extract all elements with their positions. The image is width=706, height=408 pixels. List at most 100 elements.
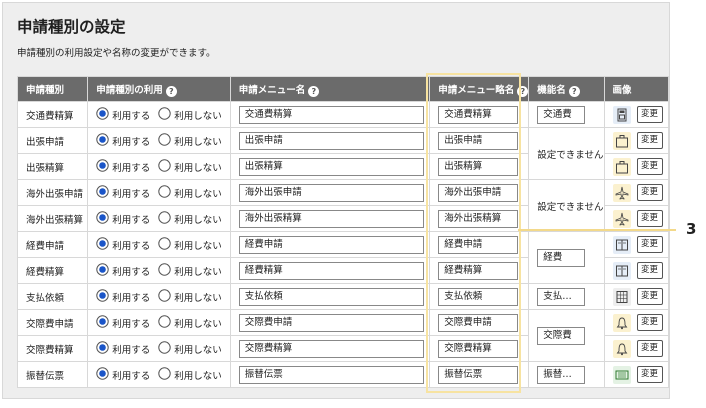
header-menu-short-name: 申請メニュー略名? [429, 76, 530, 102]
radio-no-use[interactable] [158, 132, 171, 149]
usage-cell: 利用する 利用しない [87, 153, 231, 180]
radio-no-use[interactable] [158, 184, 171, 201]
menu-short-name-cell: 支払依頼 [429, 283, 530, 310]
change-image-button[interactable]: 変更 [636, 106, 663, 123]
help-icon[interactable]: ? [308, 85, 320, 97]
request-type-cell: 振替伝票 [16, 361, 89, 388]
function-name-unavailable: 設定できません [537, 149, 604, 161]
change-image-button[interactable]: 変更 [636, 184, 663, 201]
radio-no-use[interactable] [158, 262, 171, 279]
change-image-button[interactable]: 変更 [636, 132, 663, 149]
menu-name-input[interactable]: 支払依頼 [238, 287, 424, 306]
menu-name-input[interactable]: 出張精算 [238, 157, 424, 176]
menu-short-name-input[interactable]: 経費申請 [438, 235, 519, 254]
usage-cell: 利用する 利用しない [87, 361, 231, 388]
radio-no-use[interactable] [158, 106, 171, 123]
function-name-cell: 振替… [528, 361, 605, 388]
function-name-input[interactable]: 支払… [537, 287, 586, 306]
usage-cell: 利用する 利用しない [87, 257, 231, 284]
change-image-button[interactable]: 変更 [636, 210, 663, 227]
request-type-cell: 海外出張精算 [16, 205, 89, 232]
menu-name-input[interactable]: 経費精算 [238, 261, 424, 280]
radio-use[interactable] [96, 210, 109, 227]
airplane-icon [612, 183, 631, 202]
menu-short-name-cell: 海外出張申請 [429, 179, 530, 206]
radio-use[interactable] [96, 158, 109, 175]
change-image-button[interactable]: 変更 [636, 288, 663, 305]
image-cell: 変更 [603, 231, 669, 258]
request-type-cell: 支払依頼 [16, 283, 89, 310]
radio-use[interactable] [96, 366, 109, 383]
menu-name-input[interactable]: 振替伝票 [238, 365, 424, 384]
usage-cell: 利用する 利用しない [87, 309, 231, 336]
table-header-row: 申請種別 申請種別の利用? 申請メニュー名? 申請メニュー略名? 機能名? 画像 [16, 76, 669, 102]
change-image-button[interactable]: 変更 [636, 366, 663, 383]
menu-name-input[interactable]: 海外出張精算 [238, 209, 424, 228]
menu-name-input[interactable]: 交際費精算 [238, 339, 424, 358]
function-name-input[interactable]: 交通費 [537, 105, 586, 124]
menu-short-name-cell: 経費精算 [429, 257, 530, 284]
request-type-table: 申請種別 申請種別の利用? 申請メニュー名? 申請メニュー略名? 機能名? 画像… [16, 76, 669, 388]
money-icon [612, 365, 631, 384]
menu-short-name-input[interactable]: 支払依頼 [438, 287, 519, 306]
radio-no-use[interactable] [158, 366, 171, 383]
usage-cell: 利用する 利用しない [87, 127, 231, 154]
radio-no-use[interactable] [158, 210, 171, 227]
radio-use[interactable] [96, 288, 109, 305]
menu-name-input[interactable]: 海外出張申請 [238, 183, 424, 202]
image-cell: 変更 [603, 127, 669, 154]
menu-short-name-input[interactable]: 海外出張精算 [438, 209, 519, 228]
help-icon[interactable]: ? [165, 85, 177, 97]
radio-use[interactable] [96, 340, 109, 357]
usage-cell: 利用する 利用しない [87, 283, 231, 310]
request-type-cell: 経費申請 [16, 231, 89, 258]
change-image-button[interactable]: 変更 [636, 340, 663, 357]
radio-use[interactable] [96, 132, 109, 149]
radio-use[interactable] [96, 184, 109, 201]
menu-short-name-input[interactable]: 出張申請 [438, 131, 519, 150]
change-image-button[interactable]: 変更 [636, 236, 663, 253]
settings-panel: 申請種別の設定 申請種別の利用設定や名称の変更ができます。 申請種別 申請種別の… [2, 2, 670, 399]
menu-short-name-input[interactable]: 海外出張申請 [438, 183, 519, 202]
usage-cell: 利用する 利用しない [87, 101, 231, 128]
radio-use[interactable] [96, 236, 109, 253]
function-name-input[interactable]: 交際費 [537, 326, 586, 345]
menu-name-cell: 交際費精算 [229, 335, 431, 362]
menu-short-name-input[interactable]: 交通費精算 [438, 105, 519, 124]
radio-no-use[interactable] [158, 236, 171, 253]
radio-no-use[interactable] [158, 158, 171, 175]
help-icon[interactable]: ? [568, 85, 580, 97]
request-type-cell: 経費精算 [16, 257, 89, 284]
menu-short-name-input[interactable]: 交際費申請 [438, 313, 519, 332]
radio-no-use[interactable] [158, 340, 171, 357]
change-image-button[interactable]: 変更 [636, 314, 663, 331]
function-name-cell: 経費 [528, 231, 605, 284]
table-row: 出張申請 利用する 利用しない 出張申請 出張申請 設定できません 変更 [16, 127, 669, 180]
radio-use[interactable] [96, 106, 109, 123]
radio-use[interactable] [96, 262, 109, 279]
usage-cell: 利用する 利用しない [87, 231, 231, 258]
function-name-input[interactable]: 経費 [537, 248, 586, 267]
radio-no-use[interactable] [158, 314, 171, 331]
menu-name-cell: 経費精算 [229, 257, 431, 284]
menu-name-input[interactable]: 交際費申請 [238, 313, 424, 332]
callout-number: 3 [686, 220, 697, 238]
menu-short-name-cell: 交際費申請 [429, 309, 530, 336]
menu-short-name-input[interactable]: 振替伝票 [438, 365, 519, 384]
menu-short-name-input[interactable]: 交際費精算 [438, 339, 519, 358]
radio-use[interactable] [96, 314, 109, 331]
function-name-input[interactable]: 振替… [537, 365, 586, 384]
menu-short-name-cell: 振替伝票 [429, 361, 530, 388]
table-row: 交通費精算 利用する 利用しない 交通費精算 交通費精算 交通費 変更 [16, 101, 669, 128]
menu-short-name-input[interactable]: 経費精算 [438, 261, 519, 280]
menu-name-input[interactable]: 交通費精算 [238, 105, 424, 124]
change-image-button[interactable]: 変更 [636, 158, 663, 175]
function-name-cell: 交通費 [528, 101, 605, 128]
menu-name-input[interactable]: 経費申請 [238, 235, 424, 254]
help-icon[interactable]: ? [517, 85, 529, 97]
radio-no-use[interactable] [158, 288, 171, 305]
change-image-button[interactable]: 変更 [636, 262, 663, 279]
menu-name-input[interactable]: 出張申請 [238, 131, 424, 150]
menu-short-name-input[interactable]: 出張精算 [438, 157, 519, 176]
menu-name-cell: 支払依頼 [229, 283, 431, 310]
